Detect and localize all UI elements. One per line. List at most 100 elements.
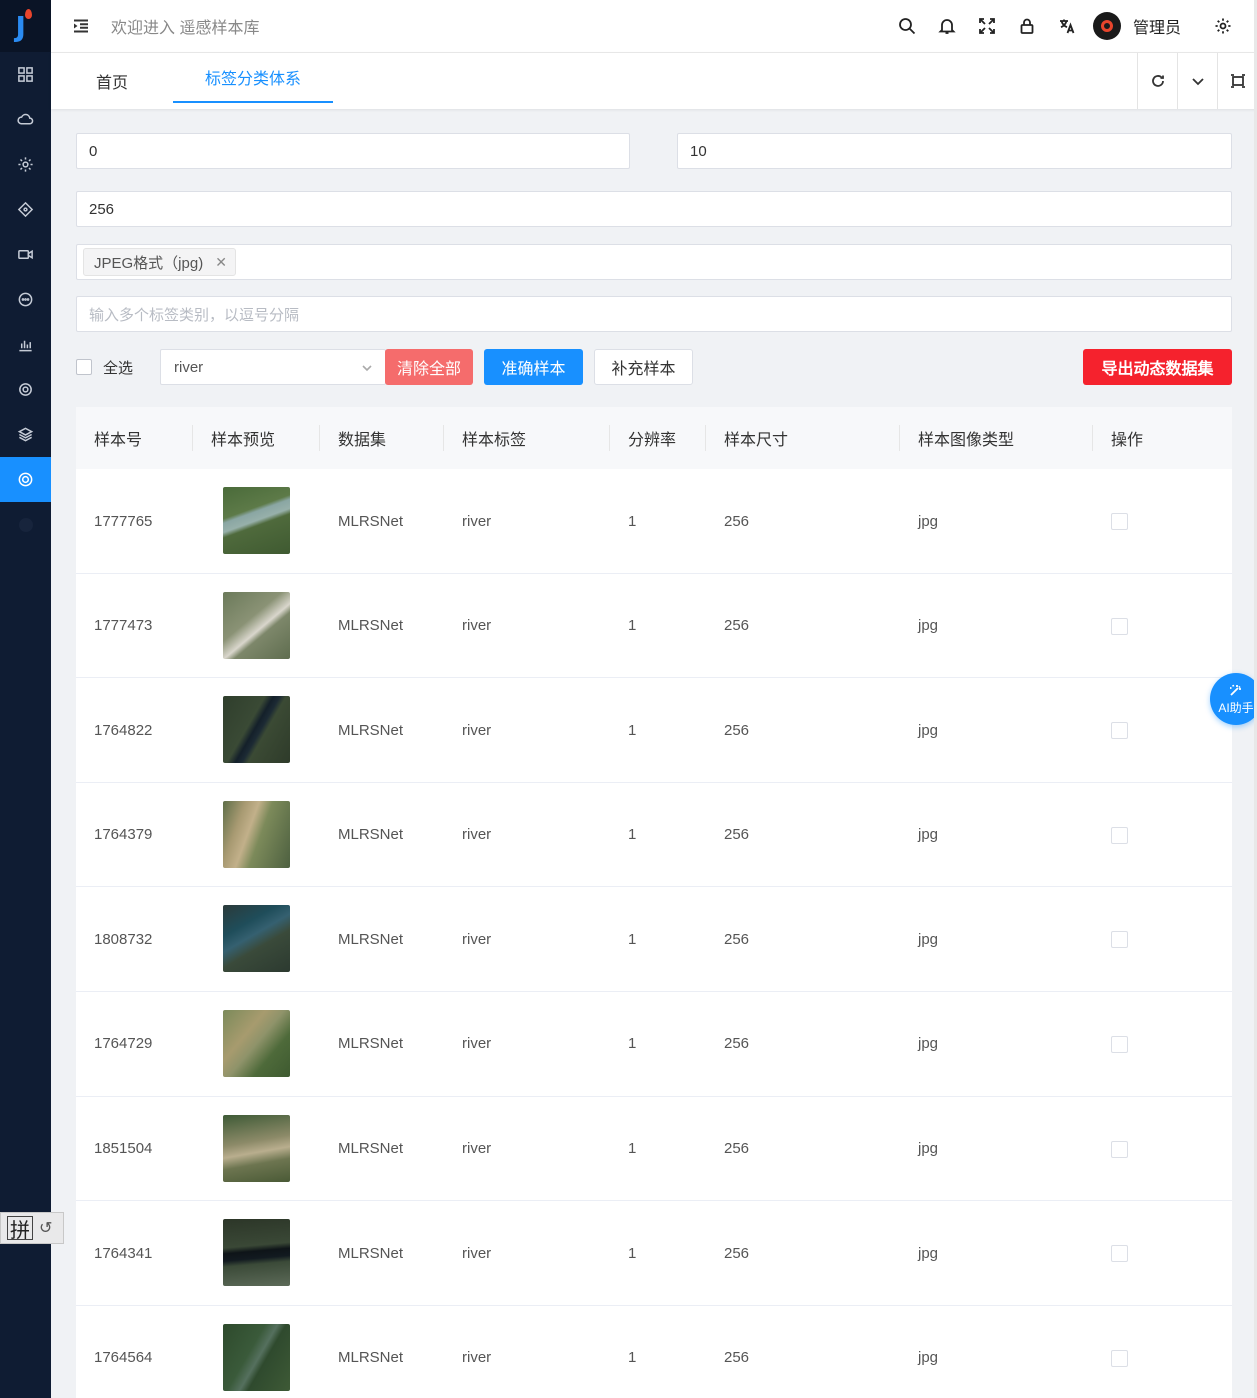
sample-image-type: jpg [918, 617, 939, 635]
filter-input-max[interactable]: 10 [677, 133, 1232, 169]
row-select-checkbox[interactable] [1111, 931, 1128, 949]
sample-resolution: 1 [628, 826, 637, 844]
clear-all-button[interactable]: 清除全部 [385, 349, 473, 385]
export-dataset-button[interactable]: 导出动态数据集 [1083, 349, 1232, 385]
gear-icon [18, 157, 33, 172]
maximize-icon [1230, 74, 1245, 88]
samples-table: 样本号 样本预览 数据集 样本标签 分辨率 样本尺寸 样本图像类型 操作 177… [76, 407, 1232, 1398]
row-select-checkbox[interactable] [1111, 1245, 1128, 1263]
row-select-checkbox[interactable] [1111, 1035, 1128, 1053]
table-row: 1851504 MLRSNet river 1 256 jpg [76, 1097, 1232, 1202]
sample-dataset: MLRSNet [338, 930, 404, 948]
select-all-label[interactable]: 全选 [103, 357, 133, 378]
sample-preview-image[interactable] [223, 1114, 290, 1182]
label-select[interactable]: river [160, 349, 386, 385]
tab-home[interactable]: 首页 [51, 53, 173, 109]
format-tag-label: JPEG格式（jpg) [94, 254, 204, 272]
search-icon [899, 18, 916, 35]
lock-icon [1020, 18, 1034, 34]
ai-assistant-button[interactable]: AI助手 [1210, 673, 1257, 725]
sample-preview-image[interactable] [223, 1219, 290, 1287]
username[interactable]: 管理员 [1133, 14, 1181, 38]
table-row: 1764564 MLRSNet river 1 256 jpg [76, 1306, 1232, 1398]
row-select-checkbox[interactable] [1111, 1140, 1128, 1158]
sidebar-item-layers[interactable] [0, 412, 51, 457]
chevron-down-icon [362, 365, 372, 372]
sidebar-item-stats[interactable] [0, 322, 51, 367]
sample-preview-image[interactable] [223, 591, 290, 659]
sample-preview-image[interactable] [223, 696, 290, 764]
app-logo[interactable]: J [0, 0, 51, 52]
sample-label: river [462, 1035, 492, 1053]
tab-dropdown-button[interactable] [1177, 53, 1217, 109]
sidebar-item-system[interactable] [0, 367, 51, 412]
settings-button[interactable] [1203, 17, 1243, 35]
sample-image-type: jpg [918, 826, 939, 844]
sidebar-item-cloud[interactable] [0, 97, 51, 142]
format-tag: JPEG格式（jpg) ✕ [83, 248, 236, 276]
row-select-checkbox[interactable] [1111, 722, 1128, 740]
sidebar-item-messages[interactable] [0, 277, 51, 322]
cog-icon [19, 383, 32, 396]
search-button[interactable] [887, 17, 927, 35]
row-select-checkbox[interactable] [1111, 513, 1128, 530]
cloud-icon [17, 113, 34, 125]
col-sample-id: 样本号 [94, 432, 143, 449]
sample-size: 256 [724, 1244, 750, 1262]
sample-resolution: 1 [628, 617, 637, 635]
accurate-samples-button[interactable]: 准确样本 [484, 349, 583, 385]
sample-preview-image[interactable] [223, 1323, 290, 1391]
sample-id: 1777765 [94, 512, 153, 530]
filter-input-min[interactable]: 0 [76, 133, 630, 169]
sample-label: river [462, 1140, 492, 1158]
sample-dataset: MLRSNet [338, 1349, 404, 1367]
close-icon[interactable]: ✕ [215, 254, 227, 271]
row-select-checkbox[interactable] [1111, 826, 1128, 844]
col-resolution: 分辨率 [628, 432, 677, 449]
row-select-checkbox[interactable] [1111, 617, 1128, 635]
sidebar-item-dashboard[interactable] [0, 52, 51, 97]
sample-image-type: jpg [918, 721, 939, 739]
labels-input[interactable]: 输入多个标签类别，以逗号分隔 [76, 296, 1232, 332]
sidebar-item-nodes[interactable] [0, 187, 51, 232]
supplement-samples-button[interactable]: 补充样本 [594, 349, 693, 385]
sidebar-item-more[interactable] [0, 502, 51, 547]
sample-label: river [462, 617, 492, 635]
sidebar-item-settings[interactable] [0, 142, 51, 187]
sample-label: river [462, 826, 492, 844]
sample-resolution: 1 [628, 1140, 637, 1158]
target-icon [18, 472, 33, 487]
lock-screen-button[interactable] [1007, 17, 1047, 35]
sample-size: 256 [724, 1349, 750, 1367]
sidebar-item-video[interactable] [0, 232, 51, 277]
menu-toggle-button[interactable] [51, 17, 111, 35]
sample-dataset: MLRSNet [338, 826, 404, 844]
tab-label-taxonomy[interactable]: 标签分类体系 [173, 53, 333, 103]
sample-size: 256 [724, 721, 750, 739]
table-row: 1777765 MLRSNet river 1 256 jpg [76, 469, 1232, 574]
refresh-tab-button[interactable] [1137, 53, 1177, 109]
translate-icon [1059, 19, 1075, 34]
notification-button[interactable] [927, 17, 967, 35]
welcome-text: 欢迎进入 遥感样本库 [111, 20, 260, 37]
sample-dataset: MLRSNet [338, 512, 404, 530]
row-select-checkbox[interactable] [1111, 1349, 1128, 1367]
format-select[interactable]: JPEG格式（jpg) ✕ [76, 244, 1232, 280]
sidebar-item-samples[interactable] [0, 457, 51, 502]
sample-size: 256 [724, 512, 750, 530]
sample-preview-image[interactable] [223, 905, 290, 973]
table-row: 1764822 MLRSNet river 1 256 jpg [76, 678, 1232, 783]
maximize-button[interactable] [1217, 53, 1257, 109]
fullscreen-button[interactable] [967, 17, 1007, 35]
language-button[interactable] [1047, 17, 1087, 35]
sample-size-input[interactable]: 256 [76, 191, 1232, 227]
sample-preview-image[interactable] [223, 800, 290, 868]
sample-preview-image[interactable] [223, 487, 290, 554]
sample-preview-image[interactable] [223, 1009, 290, 1077]
sample-resolution: 1 [628, 721, 637, 739]
ai-assistant-label: AI助手 [1218, 701, 1254, 715]
sample-dataset: MLRSNet [338, 1244, 404, 1262]
avatar[interactable] [1092, 12, 1121, 40]
select-all-checkbox[interactable] [76, 359, 92, 375]
col-size: 样本尺寸 [724, 432, 789, 449]
